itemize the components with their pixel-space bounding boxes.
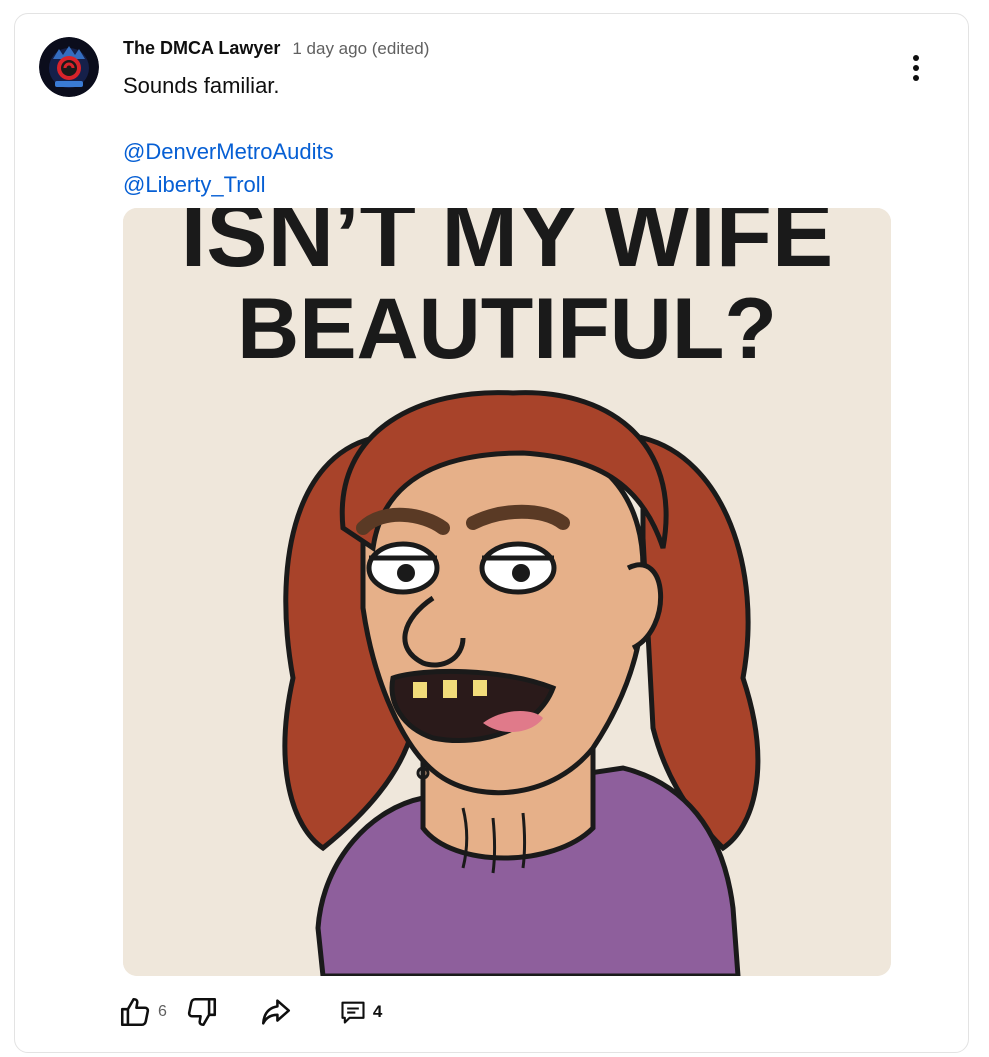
reply-comment-icon [341, 1001, 365, 1024]
avatar[interactable] [39, 37, 99, 97]
like-count: 6 [158, 1003, 167, 1020]
comment-header: The DMCA Lawyer 1 day ago (edited) [123, 38, 429, 59]
channel-avatar-logo [39, 37, 99, 97]
mention-link-liberty-troll[interactable]: @Liberty_Troll [123, 172, 266, 198]
like-button[interactable]: 6 [118, 995, 167, 1029]
thumbs-up-icon [120, 997, 150, 1027]
share-button[interactable] [259, 995, 293, 1029]
more-vert-icon[interactable] [898, 50, 934, 86]
image-caption-line2: BEAUTIFUL? [237, 281, 777, 377]
comment-actions: 6 4 [118, 992, 382, 1032]
mention-link-denvermetroaudits[interactable]: @DenverMetroAudits [123, 139, 334, 165]
share-icon [261, 999, 290, 1025]
comment-text: Sounds familiar. [123, 73, 280, 98]
thumbs-down-icon [187, 997, 216, 1027]
comment-image[interactable]: ISN’T MY WIFE BEAUTIFUL? [123, 208, 891, 976]
author-name[interactable]: The DMCA Lawyer [123, 38, 280, 59]
comment-timestamp[interactable]: 1 day ago (edited) [292, 39, 429, 59]
cartoon-woman-illustration: ISN’T MY WIFE BEAUTIFUL? [123, 208, 891, 976]
image-caption-line1: ISN’T MY WIFE [181, 208, 834, 286]
dislike-button[interactable] [185, 995, 219, 1029]
reply-button[interactable]: 4 [339, 998, 382, 1026]
reply-count: 4 [372, 1002, 383, 1021]
